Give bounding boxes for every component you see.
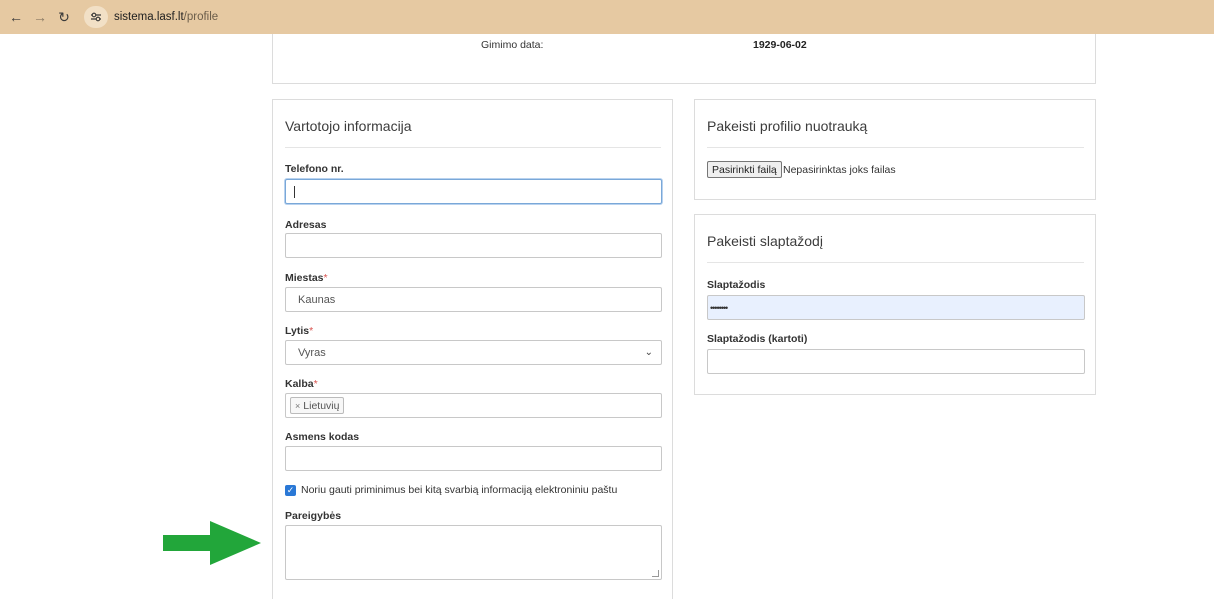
user-info-title: Vartotojo informacija [285,118,412,134]
required-mark: * [313,378,318,390]
divider [285,147,661,148]
password-label: Slaptažodis [707,279,766,291]
gender-label: Lytis* [285,325,313,337]
password-input[interactable]: •••••••• [707,295,1085,320]
phone-input[interactable] [285,179,662,204]
change-photo-card: Pakeisti profilio nuotrauką Pasirinkti f… [694,99,1096,200]
birth-date-value: 1929-06-02 [753,39,807,51]
divider [707,147,1084,148]
resize-grip-icon[interactable] [652,570,659,577]
text-caret [294,185,295,198]
chevron-down-icon: ⌄ [644,347,653,358]
change-photo-title: Pakeisti profilio nuotrauką [707,118,868,134]
language-tag: × Lietuvių [290,397,345,414]
city-input[interactable]: Kaunas [285,287,662,312]
no-file-text: Nepasirinktas joks failas [783,164,896,176]
personal-code-label: Asmens kodas [285,431,360,443]
divider [707,262,1084,263]
email-reminders-checkbox[interactable]: ✓ [285,484,296,496]
change-password-title: Pakeisti slaptažodį [707,233,823,249]
user-info-card: Vartotojo informacija Telefono nr. Adres… [272,99,673,599]
green-arrow-icon [163,521,261,565]
birth-date-label: Gimimo data: [481,39,544,51]
language-label: Kalba* [285,378,318,390]
address-label: Adresas [285,219,327,231]
duties-textarea[interactable] [285,525,662,580]
language-label-text: Kalba [285,378,314,390]
profile-summary-card: Gimimo data: 1929-06-02 [272,34,1096,84]
password-repeat-input[interactable] [707,349,1085,374]
city-label-text: Miestas [285,272,324,284]
address-input[interactable] [285,233,662,258]
email-reminders-label: Noriu gauti priminimus bei kitą svarbią … [301,484,618,496]
back-icon[interactable]: ← [6,7,26,27]
url-host: sistema.lasf.lt [114,11,184,23]
gender-label-text: Lytis [285,325,310,337]
required-mark: * [309,325,314,337]
phone-label: Telefono nr. [285,163,344,175]
address-bar[interactable]: sistema.lasf.lt/profile [84,5,218,29]
password-repeat-label: Slaptažodis (kartoti) [707,333,808,345]
site-settings-icon[interactable] [84,6,108,28]
choose-file-button[interactable]: Pasirinkti failą [707,161,782,178]
browser-toolbar: ← → ↻ sistema.lasf.lt/profile [0,0,1214,34]
email-reminders-row: ✓ Noriu gauti priminimus bei kitą svarbi… [285,484,617,496]
required-mark: * [323,272,328,284]
personal-code-input[interactable] [285,446,662,471]
change-password-card: Pakeisti slaptažodį Slaptažodis ••••••••… [694,214,1096,395]
language-tag-label: Lietuvių [303,399,340,412]
remove-tag-icon[interactable]: × [295,401,300,411]
forward-icon[interactable]: → [30,7,50,27]
duties-label: Pareigybės [285,510,342,522]
gender-select[interactable]: Vyras ⌄ [285,340,662,365]
url-path: /profile [183,11,219,23]
reload-icon[interactable]: ↻ [54,7,74,27]
gender-select-value: Vyras [298,346,326,359]
password-mask: •••••••• [710,302,728,313]
city-label: Miestas* [285,272,328,284]
language-multiselect[interactable]: × Lietuvių [285,393,662,418]
